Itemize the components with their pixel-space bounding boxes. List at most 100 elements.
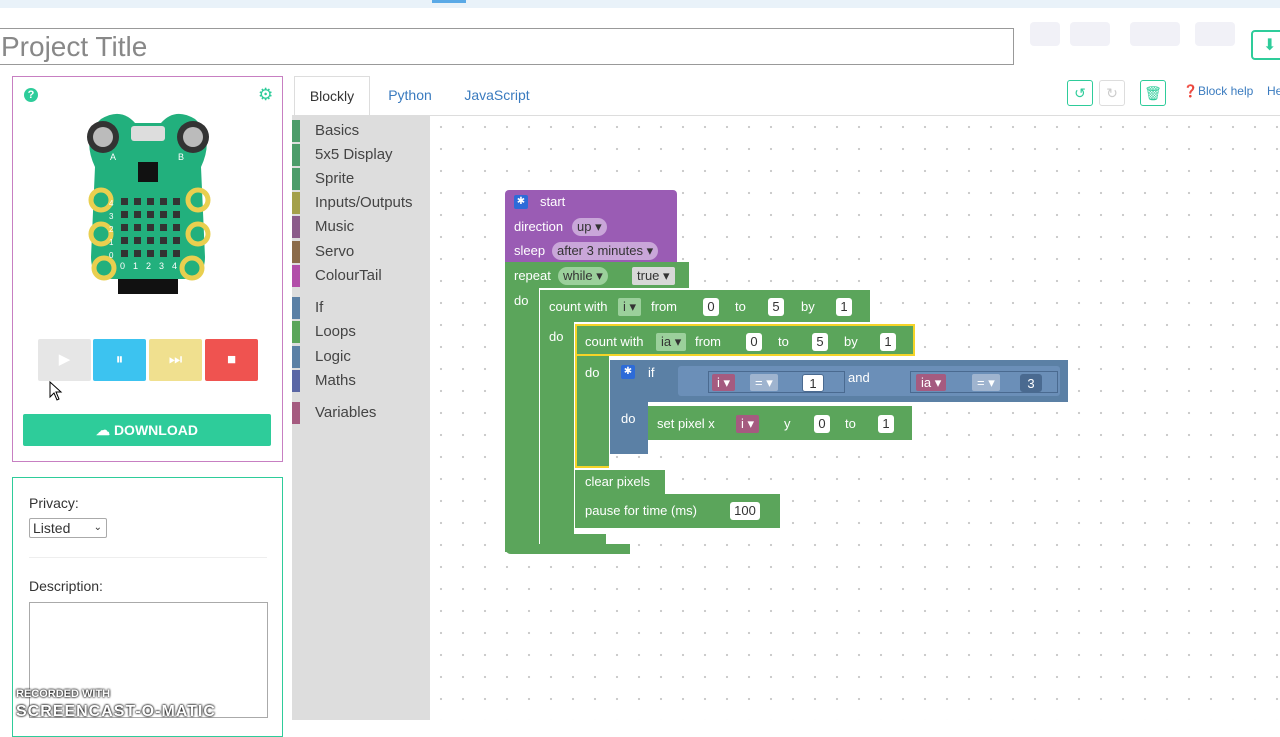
repeat-condition-dropdown[interactable]: true ▾ bbox=[632, 267, 675, 285]
faded-toolbar-item bbox=[1030, 22, 1060, 46]
undo-button[interactable]: ↺ bbox=[1067, 80, 1093, 106]
pause-label: pause for time (ms) bbox=[585, 503, 697, 518]
trash-icon: 🗑 bbox=[1144, 85, 1162, 101]
cmp2-value-input[interactable]: 3 bbox=[1020, 374, 1042, 392]
to-label: to bbox=[845, 416, 856, 431]
toolbox-item-loops[interactable]: Loops bbox=[292, 321, 356, 343]
question-circle-icon: ❓ bbox=[1183, 84, 1198, 98]
repeat-mode-dropdown[interactable]: while ▾ bbox=[558, 267, 608, 285]
download-button[interactable]: ☁ DOWNLOAD bbox=[23, 414, 271, 446]
delete-button[interactable]: 🗑 bbox=[1140, 80, 1166, 106]
count-with-label: count with bbox=[585, 334, 644, 349]
toolbox-item-logic[interactable]: Logic bbox=[292, 346, 351, 368]
toolbox-item-inputs-outputs[interactable]: Inputs/Outputs bbox=[292, 192, 413, 214]
pause-value-input[interactable]: 100 bbox=[730, 502, 760, 520]
redo-button[interactable]: ↻ bbox=[1099, 80, 1125, 106]
description-textarea[interactable] bbox=[29, 602, 268, 718]
redo-icon: ↻ bbox=[1106, 85, 1118, 101]
tab-javascript[interactable]: JavaScript bbox=[452, 76, 542, 116]
faded-toolbar-item bbox=[1130, 22, 1180, 46]
undo-icon: ↺ bbox=[1074, 85, 1086, 101]
toolbox-item-colourtail[interactable]: ColourTail bbox=[292, 265, 382, 287]
sleep-label: sleep bbox=[514, 243, 546, 258]
outer-count-foot bbox=[540, 534, 606, 544]
play-button[interactable]: ▶ bbox=[38, 339, 91, 381]
tab-blockly[interactable]: Blockly bbox=[294, 76, 370, 116]
watermark-line1: RECORDED WITH bbox=[16, 688, 111, 700]
cmp1-value-input[interactable]: 1 bbox=[802, 374, 824, 392]
outer-to-input[interactable]: 5 bbox=[768, 298, 784, 316]
step-button[interactable]: ⏭ bbox=[149, 339, 202, 381]
settings-icon[interactable]: ✱ bbox=[621, 365, 635, 379]
repeat-block-body bbox=[505, 288, 539, 552]
watermark-line2: SCREENCAST-O-MATIC bbox=[16, 703, 216, 720]
by-label: by bbox=[844, 334, 858, 349]
toolbox-item-servo[interactable]: Servo bbox=[292, 241, 354, 263]
cmp2-var-dropdown[interactable]: ia ▾ bbox=[916, 374, 947, 391]
inner-to-input[interactable]: 5 bbox=[812, 333, 828, 351]
toolbox-item-basics[interactable]: Basics bbox=[292, 120, 359, 142]
outer-from-input[interactable]: 0 bbox=[703, 298, 719, 316]
toolbox-item-maths[interactable]: Maths bbox=[292, 370, 356, 392]
block-toolbox: Basics 5x5 Display Sprite Inputs/Outputs… bbox=[292, 116, 430, 720]
cmp1-op-dropdown[interactable]: = ▾ bbox=[750, 374, 778, 391]
button-b-label: B bbox=[178, 152, 185, 162]
mouse-cursor-icon bbox=[49, 381, 63, 401]
gear-icon[interactable]: ⚙ bbox=[258, 86, 273, 104]
by-label: by bbox=[801, 299, 815, 314]
chevron-down-icon: ⌄ bbox=[93, 522, 102, 533]
help-link[interactable]: He bbox=[1267, 84, 1280, 98]
direction-label: direction bbox=[514, 219, 564, 234]
to-label: to bbox=[778, 334, 789, 349]
repeat-label: repeat bbox=[514, 268, 551, 283]
divider bbox=[29, 557, 267, 558]
set-pixel-value-input[interactable]: 1 bbox=[878, 415, 894, 433]
save-button[interactable]: ⬇ bbox=[1251, 30, 1280, 60]
block-help-link[interactable]: ❓Block help bbox=[1183, 84, 1253, 98]
clear-pixels-label: clear pixels bbox=[585, 474, 651, 489]
settings-icon[interactable]: ✱ bbox=[514, 195, 528, 209]
cloud-download-icon: ☁ bbox=[96, 422, 114, 438]
tab-python[interactable]: Python bbox=[372, 76, 448, 116]
faded-toolbar-item bbox=[1195, 22, 1235, 46]
if-label: if bbox=[648, 365, 655, 380]
start-label: start bbox=[540, 194, 566, 209]
inner-from-input[interactable]: 0 bbox=[746, 333, 762, 351]
toolbox-item-sprite[interactable]: Sprite bbox=[292, 168, 354, 190]
direction-dropdown[interactable]: up ▾ bbox=[572, 218, 607, 236]
outer-count-body bbox=[540, 322, 574, 544]
sleep-dropdown[interactable]: after 3 minutes ▾ bbox=[552, 242, 659, 260]
top-strip bbox=[0, 0, 1280, 8]
inner-by-input[interactable]: 1 bbox=[880, 333, 896, 351]
tab-indicator bbox=[432, 0, 466, 3]
outer-by-input[interactable]: 1 bbox=[836, 298, 852, 316]
pause-button[interactable]: ⏸ bbox=[93, 339, 146, 381]
outer-var-dropdown[interactable]: i ▾ bbox=[618, 298, 642, 316]
stop-button[interactable]: ■ bbox=[205, 339, 258, 381]
help-icon[interactable]: ? bbox=[24, 88, 38, 102]
cmp1-var-dropdown[interactable]: i ▾ bbox=[712, 374, 736, 391]
code-editor: Blockly Python JavaScript ↺ ↻ 🗑 ❓Block h… bbox=[292, 76, 1280, 720]
if-do-label: do bbox=[621, 411, 636, 426]
set-pixel-label: set pixel x bbox=[657, 416, 715, 431]
repeat-block-foot bbox=[505, 544, 630, 554]
project-title-input[interactable]: Project Title bbox=[0, 28, 1014, 65]
toolbox-item-if[interactable]: If bbox=[292, 297, 323, 319]
to-label: to bbox=[735, 299, 746, 314]
toolbox-item-variables[interactable]: Variables bbox=[292, 402, 376, 424]
description-label: Description: bbox=[29, 578, 103, 594]
blockly-workspace[interactable]: ✱ start direction up ▾ sleep after 3 min… bbox=[430, 116, 1280, 720]
simulator-panel: ? ⚙ A B 43210 0 1 2 3 4 ▶ ⏸ ⏭ ■ ☁ DOWNLO… bbox=[12, 76, 283, 462]
set-pixel-x-dropdown[interactable]: i ▾ bbox=[736, 415, 760, 433]
from-label: from bbox=[695, 334, 721, 349]
from-label: from bbox=[651, 299, 677, 314]
count-with-label: count with bbox=[549, 299, 608, 314]
inner-var-dropdown[interactable]: ia ▾ bbox=[656, 333, 687, 351]
toolbox-item-5x5-display[interactable]: 5x5 Display bbox=[292, 144, 393, 166]
y-label: y bbox=[784, 416, 791, 431]
privacy-select[interactable]: Listed ⌄ bbox=[29, 518, 107, 538]
toolbox-item-music[interactable]: Music bbox=[292, 216, 354, 238]
cmp2-op-dropdown[interactable]: = ▾ bbox=[972, 374, 1000, 391]
set-pixel-y-input[interactable]: 0 bbox=[814, 415, 830, 433]
if-block-body bbox=[610, 402, 648, 454]
